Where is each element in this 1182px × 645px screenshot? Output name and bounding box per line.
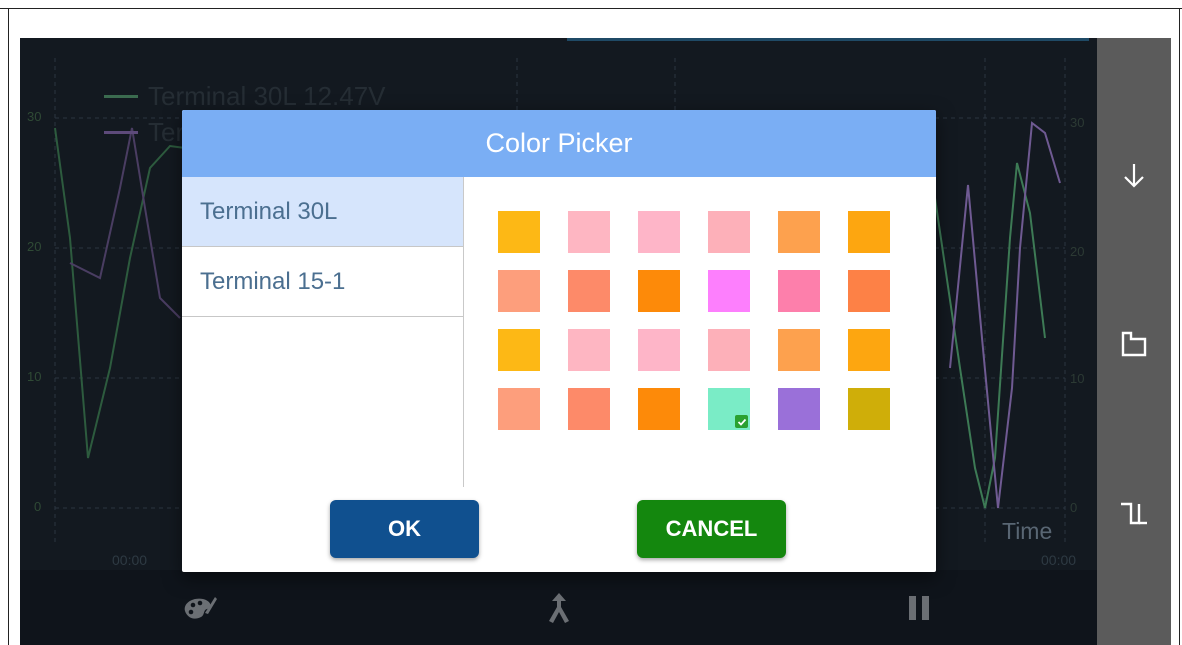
color-swatch[interactable] — [708, 211, 750, 253]
color-swatch[interactable] — [638, 211, 680, 253]
color-swatch[interactable] — [498, 329, 540, 371]
ok-button[interactable]: OK — [330, 500, 479, 558]
terminal-list: Terminal 30L Terminal 15-1 — [182, 177, 464, 487]
color-picker-dialog: Color Picker Terminal 30L Terminal 15-1 … — [182, 110, 936, 572]
color-swatch[interactable] — [708, 270, 750, 312]
color-swatch[interactable] — [708, 388, 750, 430]
color-swatch[interactable] — [778, 270, 820, 312]
terminal-item-30l[interactable]: Terminal 30L — [182, 177, 463, 247]
color-swatch[interactable] — [778, 329, 820, 371]
frame-right — [1179, 8, 1180, 645]
app-screen: Terminal 30L 12.47V Ter 30 20 10 0 30 20… — [20, 38, 1171, 645]
color-swatch[interactable] — [848, 329, 890, 371]
color-swatch[interactable] — [848, 211, 890, 253]
color-swatch[interactable] — [568, 329, 610, 371]
color-swatch[interactable] — [568, 270, 610, 312]
cancel-button[interactable]: CANCEL — [637, 500, 786, 558]
frame-top — [0, 8, 1182, 9]
color-swatch[interactable] — [708, 329, 750, 371]
frame-left — [8, 8, 9, 645]
checkmark-icon — [735, 415, 748, 428]
color-swatch[interactable] — [638, 388, 680, 430]
color-swatch[interactable] — [778, 388, 820, 430]
terminal-item-15-1[interactable]: Terminal 15-1 — [182, 247, 463, 317]
dialog-title: Color Picker — [485, 128, 633, 158]
color-swatch[interactable] — [498, 211, 540, 253]
color-swatch[interactable] — [638, 329, 680, 371]
color-swatch[interactable] — [638, 270, 680, 312]
color-swatch[interactable] — [498, 270, 540, 312]
color-swatch[interactable] — [568, 388, 610, 430]
color-swatch[interactable] — [568, 211, 610, 253]
color-swatch[interactable] — [848, 270, 890, 312]
color-swatch[interactable] — [848, 388, 890, 430]
color-swatch[interactable] — [778, 211, 820, 253]
dialog-header: Color Picker — [182, 110, 936, 177]
color-swatch[interactable] — [498, 388, 540, 430]
